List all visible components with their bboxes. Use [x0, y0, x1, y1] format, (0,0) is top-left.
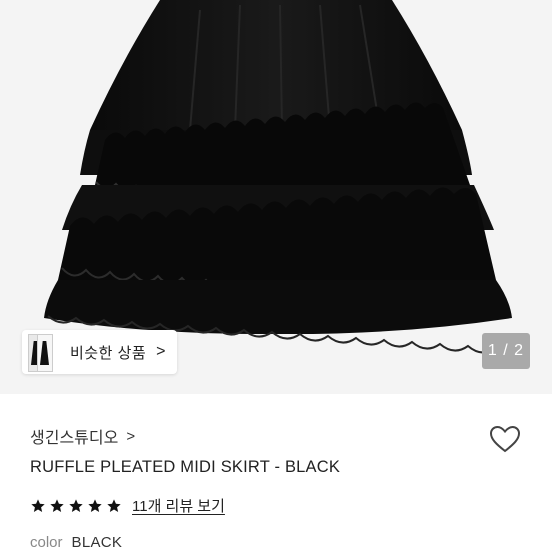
color-option: color BLACK: [30, 534, 122, 551]
product-info: 생긴스튜디오 > RUFFLE PLEATED MIDI SKIRT - BLA…: [0, 394, 552, 552]
chevron-right-icon: >: [126, 427, 136, 445]
view-reviews-link[interactable]: 11개 리뷰 보기: [132, 495, 225, 516]
similar-thumbnail: [37, 334, 53, 372]
image-page-counter: 1 / 2: [482, 333, 530, 369]
similar-products-thumbnails: [28, 330, 58, 374]
star-icon: [31, 498, 45, 512]
brand-link[interactable]: 생긴스튜디오 >: [30, 424, 135, 448]
brand-name: 생긴스튜디오: [30, 430, 119, 447]
color-value: BLACK: [71, 534, 123, 551]
rating-stars: [30, 498, 125, 514]
heart-icon[interactable]: [488, 424, 522, 454]
product-image-gallery[interactable]: 비슷한 상품 > 1 / 2: [0, 0, 552, 394]
color-label: color: [30, 534, 63, 551]
star-icon: [107, 498, 121, 512]
similar-products-button[interactable]: 비슷한 상품 >: [22, 330, 177, 374]
star-icon: [88, 498, 102, 512]
chevron-right-icon: >: [156, 343, 166, 360]
similar-products-label: 비슷한 상품: [70, 344, 147, 362]
rating-row: 11개 리뷰 보기: [30, 495, 225, 516]
product-title: RUFFLE PLEATED MIDI SKIRT - BLACK: [30, 458, 341, 476]
star-icon: [69, 498, 83, 512]
star-icon: [50, 498, 64, 512]
